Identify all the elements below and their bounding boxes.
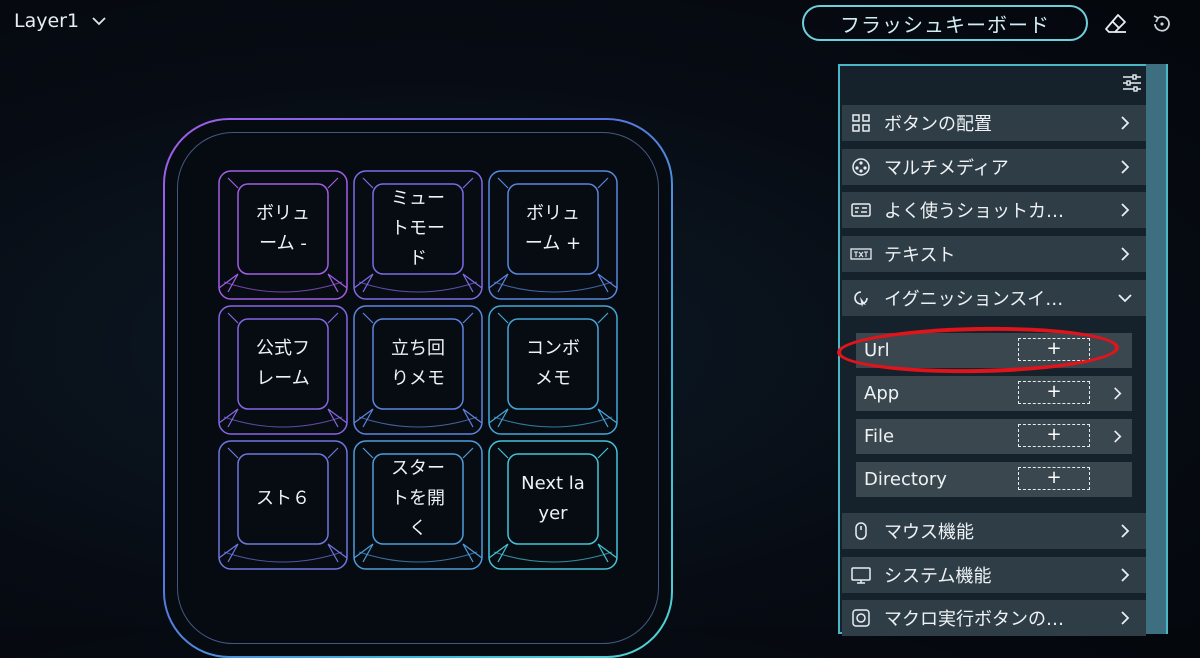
- layer-label: Layer1: [14, 10, 80, 32]
- add-app-button[interactable]: +: [1018, 381, 1090, 404]
- chevron-right-icon: [1121, 247, 1130, 261]
- eraser-icon[interactable]: [1104, 12, 1128, 36]
- category-ignition-switch[interactable]: イグニッションスイ…: [842, 280, 1146, 316]
- category-button-layout[interactable]: ボタンの配置: [842, 105, 1146, 141]
- category-multimedia[interactable]: マルチメディア: [842, 149, 1146, 185]
- category-label: マクロ実行ボタンの…: [884, 609, 1064, 630]
- layer-selector[interactable]: Layer1: [14, 10, 107, 32]
- mouse-icon: [855, 522, 867, 540]
- category-label: マルチメディア: [884, 158, 1009, 179]
- key-label: Next la yer: [521, 473, 585, 524]
- key-9[interactable]: Next la yer: [488, 440, 618, 570]
- key-2[interactable]: ミュー トモー ド: [353, 170, 483, 300]
- key-label: 立ち回 りメモ: [391, 338, 445, 389]
- add-directory-button[interactable]: +: [1018, 467, 1090, 490]
- item-label: Directory: [864, 469, 947, 490]
- item-label: App: [864, 383, 900, 404]
- chevron-right-icon[interactable]: [1111, 430, 1124, 443]
- key-3[interactable]: ボリュ ーム +: [488, 170, 618, 300]
- chevron-right-icon: [1121, 611, 1130, 625]
- category-mouse[interactable]: マウス機能: [842, 513, 1146, 549]
- category-macro[interactable]: マクロ実行ボタンの…: [842, 600, 1146, 636]
- category-shortcuts[interactable]: よく使うショットカ…: [842, 192, 1146, 228]
- shortcut-icon: [851, 203, 871, 217]
- key-label: ミュー トモー ド: [391, 188, 445, 269]
- key-label: コンボ メモ: [526, 338, 580, 389]
- chevron-right-icon: [1121, 160, 1130, 174]
- monitor-icon: [851, 567, 871, 584]
- key-label: スト６: [256, 488, 310, 509]
- chevron-right-icon: [1121, 116, 1130, 130]
- chevron-down-icon: [92, 17, 106, 26]
- category-label: マウス機能: [884, 522, 974, 543]
- key-label: ボリュ ーム -: [256, 203, 310, 254]
- category-system[interactable]: システム機能: [842, 557, 1146, 593]
- key-label: 公式フ レーム: [256, 338, 310, 389]
- chevron-right-icon[interactable]: [1111, 387, 1124, 400]
- macro-icon: [852, 609, 870, 627]
- key-4[interactable]: 公式フ レーム: [218, 305, 348, 435]
- panel-scrollbar[interactable]: [1146, 64, 1168, 634]
- ignition-item-file[interactable]: File +: [856, 419, 1132, 454]
- key-7[interactable]: スト６: [218, 440, 348, 570]
- category-label: よく使うショットカ…: [884, 201, 1064, 222]
- category-label: テキスト: [884, 245, 956, 266]
- ignition-item-directory[interactable]: Directory +: [856, 462, 1132, 497]
- media-icon: [852, 158, 870, 176]
- text-icon: [850, 248, 872, 260]
- add-file-button[interactable]: +: [1018, 424, 1090, 447]
- key-label: ボリュ ーム +: [524, 203, 582, 254]
- category-label: ボタンの配置: [884, 114, 992, 135]
- item-label: File: [864, 426, 895, 447]
- grid-icon: [852, 114, 870, 132]
- reset-icon[interactable]: [1150, 12, 1174, 36]
- key-5[interactable]: 立ち回 りメモ: [353, 305, 483, 435]
- keyboard-mode-button[interactable]: フラッシュキーボード: [802, 5, 1088, 41]
- chevron-right-icon: [1121, 524, 1130, 538]
- chevron-down-icon: [1118, 294, 1132, 303]
- key-1[interactable]: ボリュ ーム -: [218, 170, 348, 300]
- category-label: システム機能: [884, 566, 992, 587]
- ignition-icon: [854, 291, 868, 307]
- chevron-right-icon: [1121, 203, 1130, 217]
- settings-sliders-icon[interactable]: [1121, 72, 1143, 94]
- key-6[interactable]: コンボ メモ: [488, 305, 618, 435]
- chevron-right-icon: [1121, 568, 1130, 582]
- ignition-item-app[interactable]: App +: [856, 376, 1132, 411]
- category-text[interactable]: テキスト: [842, 236, 1146, 272]
- key-label: スター トを開 く: [391, 458, 445, 539]
- category-label: イグニッションスイ…: [884, 289, 1064, 310]
- key-8[interactable]: スター トを開 く: [353, 440, 483, 570]
